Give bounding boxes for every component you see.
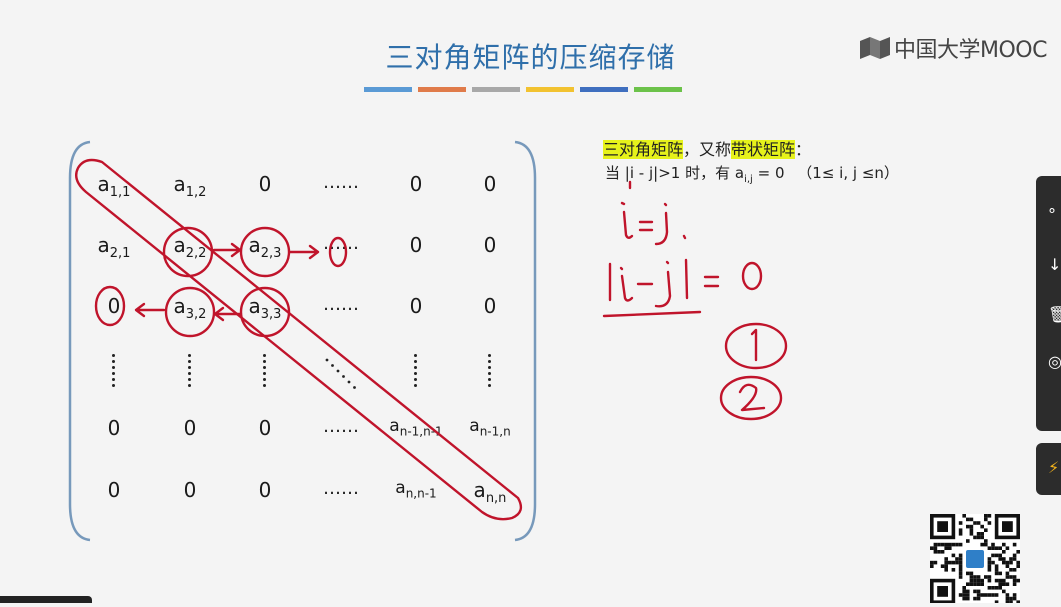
toolbar-trash-icon[interactable]: 🗑: [1048, 305, 1061, 324]
hw-digit-1: [750, 328, 758, 362]
circle-a22: [162, 226, 214, 278]
circle-zero-row3: [94, 285, 126, 327]
hw-eq1: [638, 220, 654, 232]
hw-digit-2: [738, 383, 766, 412]
slide: 三对角矩阵的压缩存储 中国大学MOOC a1,1 a1,2 0…… 0 0 a2,1 a2,…: [0, 0, 1061, 604]
bottom-progress-bar: [0, 596, 92, 603]
circle-a23: [239, 226, 291, 278]
hw-zero: [741, 261, 763, 291]
hw-j1: [654, 211, 669, 246]
hw-j2-dot: [665, 260, 670, 265]
hw-j2: [654, 270, 672, 308]
hw-period: [682, 234, 687, 240]
hw-underline: [602, 310, 702, 318]
arrow-a33-a32: [213, 306, 243, 322]
hw-j1-dot: [663, 202, 668, 207]
toolbar-download-icon[interactable]: ↓: [1048, 255, 1061, 274]
hw-eq2: [703, 275, 720, 288]
arrow-a23-zero: [288, 244, 320, 260]
toolbar-dot-icon[interactable]: °: [1048, 205, 1056, 224]
hw-i2-dot: [619, 266, 624, 271]
hw-i1-dot: [620, 201, 626, 206]
toolbar-ring-icon[interactable]: ◎: [1048, 352, 1061, 371]
handwritten-annotations: [75, 158, 788, 521]
qr-code: [930, 514, 1020, 604]
hw-i2: [620, 274, 634, 302]
arrow-a32-zero: [134, 302, 166, 318]
hw-i1: [622, 210, 634, 239]
hw-bar2: [684, 258, 689, 300]
circle-a33: [239, 286, 291, 338]
hw-circle-2: [719, 375, 783, 421]
diagonal-band-loop: [75, 158, 523, 521]
toolbar-flash-icon[interactable]: ⚡: [1048, 458, 1059, 477]
circle-a32: [164, 286, 216, 338]
handwritten-zero: [328, 236, 348, 268]
